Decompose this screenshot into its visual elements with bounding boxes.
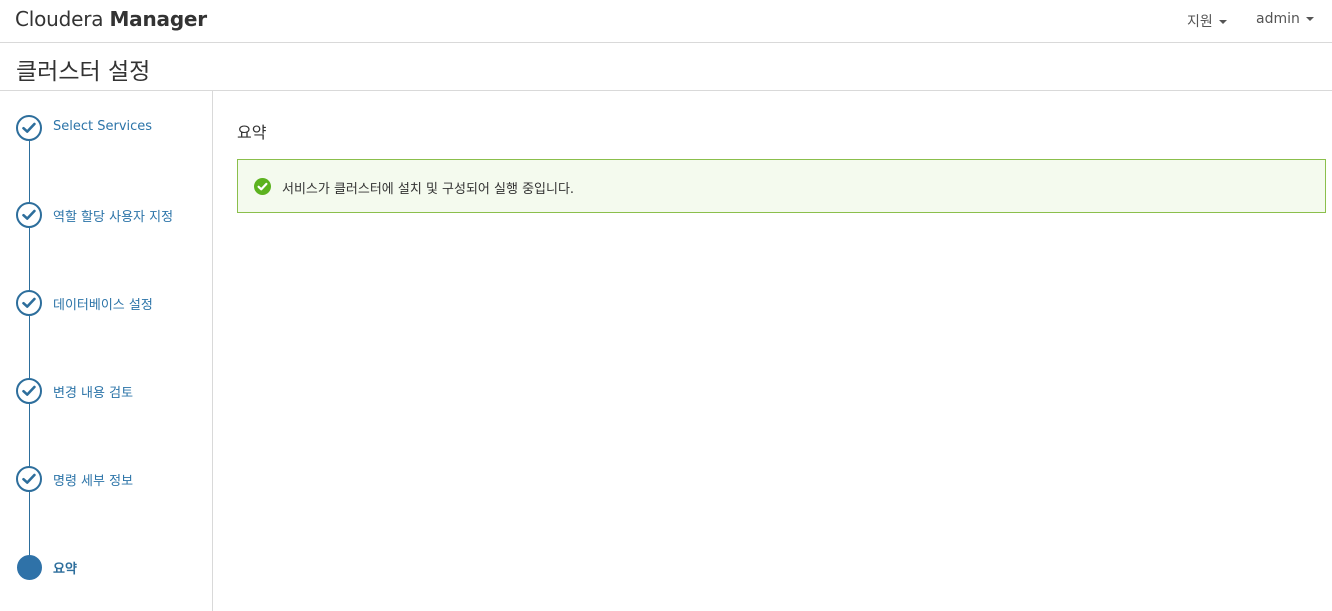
wizard-progress-line (29, 127, 30, 567)
top-navbar: Cloudera Manager 지원 admin (0, 0, 1332, 43)
wizard-step-label: 요약 (53, 562, 77, 577)
wizard-step-label: 데이터베이스 설정 (53, 298, 153, 313)
step-completed-icon (16, 466, 42, 492)
wizard-step-review-changes[interactable]: 변경 내용 검토 (16, 378, 211, 404)
step-completed-icon (16, 378, 42, 404)
checkmark-icon (22, 122, 36, 133)
support-menu[interactable]: 지원 (1187, 11, 1227, 31)
page-title: 클러스터 설정 (16, 59, 151, 85)
step-completed-icon (16, 202, 42, 228)
wizard-step-select-services[interactable]: Select Services (16, 115, 211, 141)
section-title: 요약 (237, 123, 267, 142)
checkmark-icon (22, 473, 36, 484)
wizard-step-database-setup[interactable]: 데이터베이스 설정 (16, 290, 211, 316)
chevron-down-icon (1305, 17, 1314, 21)
user-menu-label: admin (1256, 11, 1300, 27)
chevron-down-icon (1218, 20, 1227, 24)
wizard-sidebar: Select Services 역할 할당 사용자 지정 데이터베이스 설정 변… (0, 91, 213, 611)
success-alert: 서비스가 클러스터에 설치 및 구성되어 실행 중입니다. (237, 159, 1326, 213)
step-current-icon (16, 554, 42, 580)
brand-logo[interactable]: Cloudera Manager (15, 7, 207, 31)
checkmark-icon (22, 209, 36, 220)
wizard-step-label: Select Services (53, 119, 153, 134)
step-completed-icon (16, 115, 42, 141)
brand-name-light: Cloudera (15, 7, 104, 31)
step-completed-icon (16, 290, 42, 316)
brand-name-bold: Manager (109, 7, 207, 31)
alert-message: 서비스가 클러스터에 설치 및 구성되어 실행 중입니다. (282, 182, 575, 197)
support-menu-label: 지원 (1187, 14, 1213, 30)
wizard-step-label: 역할 할당 사용자 지정 (53, 210, 174, 225)
wizard-step-label: 명령 세부 정보 (53, 474, 134, 489)
wizard-step-label: 변경 내용 검토 (53, 386, 134, 401)
user-menu[interactable]: admin (1256, 11, 1314, 27)
wizard-step-role-assignment[interactable]: 역할 할당 사용자 지정 (16, 202, 211, 228)
checkmark-icon (22, 385, 36, 396)
check-circle-icon (254, 178, 271, 195)
main-content: 요약 서비스가 클러스터에 설치 및 구성되어 실행 중입니다. (213, 91, 1332, 611)
page-header: 클러스터 설정 (0, 43, 1332, 91)
wizard-step-command-details[interactable]: 명령 세부 정보 (16, 466, 211, 492)
checkmark-icon (22, 297, 36, 308)
wizard-step-summary[interactable]: 요약 (16, 554, 211, 580)
